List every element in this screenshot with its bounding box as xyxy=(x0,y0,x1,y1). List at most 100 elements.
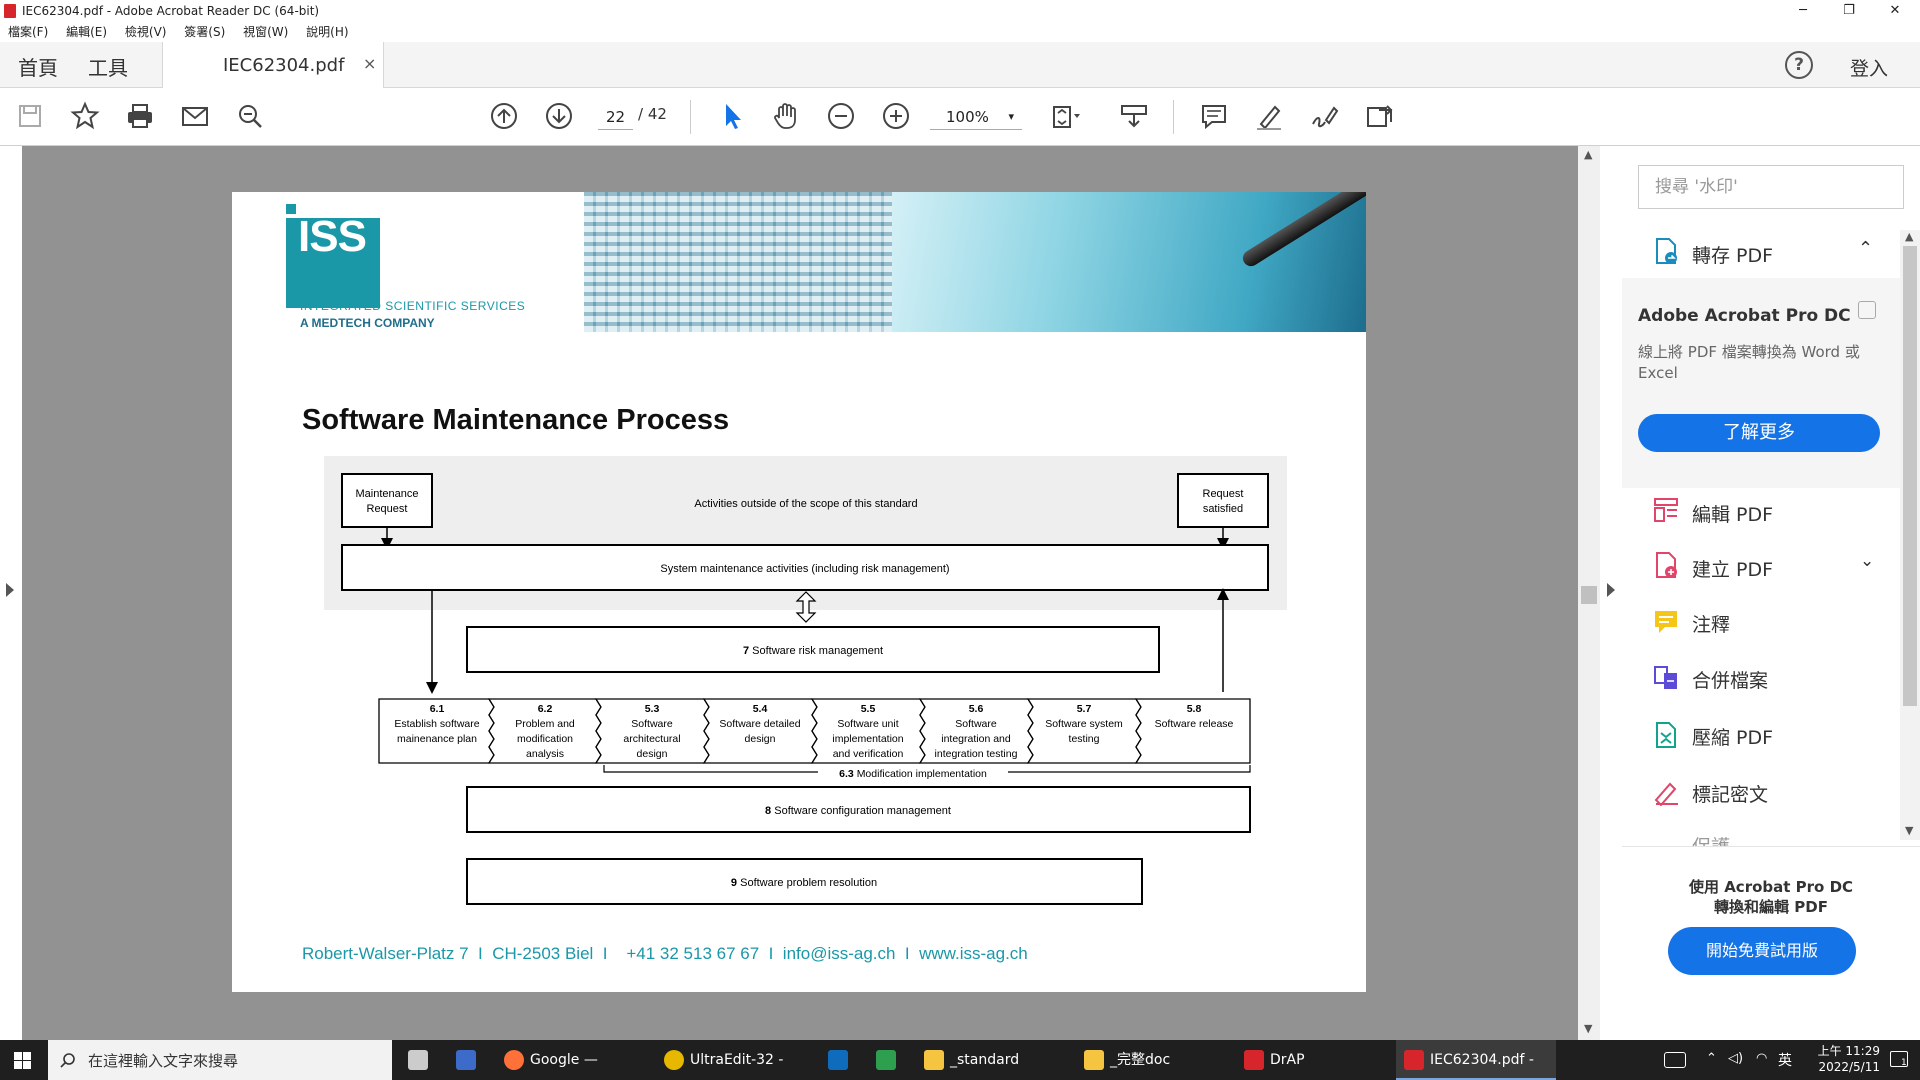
tool-create-pdf[interactable]: 建立 PDF xyxy=(1692,555,1773,582)
search-icon[interactable] xyxy=(232,98,268,134)
taskbar-folder-standard[interactable]: _standard xyxy=(916,1040,1066,1080)
scroll-up-icon[interactable]: ▲ xyxy=(1584,148,1592,161)
previous-page-icon[interactable] xyxy=(486,98,522,134)
volume-icon[interactable]: ◁) xyxy=(1728,1051,1743,1066)
hand-tool-icon[interactable] xyxy=(768,98,804,134)
taskbar-app-firefox[interactable]: Google — Mozill... xyxy=(496,1040,646,1080)
clock-time[interactable]: 上午 11:29 xyxy=(1802,1042,1880,1059)
taskbar-search-box[interactable]: 在這裡輸入文字來搜尋 xyxy=(48,1040,392,1080)
keyboard-icon[interactable] xyxy=(1664,1052,1686,1068)
save-icon[interactable] xyxy=(12,98,48,134)
page-number-input[interactable]: 22 xyxy=(598,104,633,130)
tool-redact[interactable]: 標記密文 xyxy=(1692,780,1768,807)
free-trial-button[interactable]: 開始免費試用版 xyxy=(1668,927,1856,975)
step-label: implementation xyxy=(832,733,903,745)
login-button[interactable]: 登入 xyxy=(1850,54,1888,81)
print-icon[interactable] xyxy=(122,98,158,134)
minimize-button[interactable]: ─ xyxy=(1780,0,1826,22)
menu-help[interactable]: 說明(H) xyxy=(306,25,348,39)
panel-scrollbar[interactable]: ▲ ▼ xyxy=(1900,230,1920,840)
document-scrollbar[interactable]: ▲ ▼ xyxy=(1578,146,1600,1040)
scroll-mode-icon[interactable] xyxy=(1116,98,1152,134)
zoom-out-icon[interactable] xyxy=(823,98,859,134)
select-cursor-icon[interactable] xyxy=(714,98,750,134)
menu-view[interactable]: 檢視(V) xyxy=(125,25,167,39)
request-satisfied-box xyxy=(1177,473,1269,528)
outlook-icon[interactable] xyxy=(828,1050,848,1070)
clock-date[interactable]: 2022/5/11 xyxy=(1802,1060,1880,1074)
learn-more-button[interactable]: 了解更多 xyxy=(1638,414,1880,452)
acrobat-icon xyxy=(1404,1050,1424,1070)
left-panel-toggle[interactable] xyxy=(0,146,22,1040)
panel-search-input[interactable]: 搜尋 '水印' xyxy=(1638,165,1904,209)
highlight-pen-icon[interactable] xyxy=(1251,98,1287,134)
firefox-icon xyxy=(504,1050,524,1070)
taskbar-app-label: _完整doc xyxy=(1110,1052,1171,1068)
zoom-select[interactable]: 100% ▾ xyxy=(930,104,1022,130)
comment-icon[interactable] xyxy=(1196,98,1232,134)
taskbar-folder-doc[interactable]: _完整doc xyxy=(1076,1040,1226,1080)
export-pdf-label[interactable]: 轉存 PDF xyxy=(1692,241,1773,268)
scrollbar-thumb[interactable] xyxy=(1581,586,1597,604)
taskbar-search-placeholder: 在這裡輸入文字來搜尋 xyxy=(88,1052,239,1070)
scroll-down-icon[interactable]: ▼ xyxy=(1905,824,1913,837)
chevron-up-icon[interactable]: ⌃ xyxy=(1858,238,1873,259)
tab-document[interactable]: IEC62304.pdf × xyxy=(162,42,384,88)
taskbar-app-label: UltraEdit-32 - [C:\... xyxy=(690,1052,784,1068)
menu-sign[interactable]: 簽署(S) xyxy=(184,25,225,39)
maintenance-request-label-2: Request xyxy=(367,503,408,515)
zoom-in-icon[interactable] xyxy=(878,98,914,134)
notification-icon[interactable]: 1 xyxy=(1890,1051,1908,1068)
tab-tools[interactable]: 工具 xyxy=(88,52,128,81)
menu-edit[interactable]: 編輯(E) xyxy=(66,25,107,39)
wifi-icon[interactable]: ◠ xyxy=(1756,1051,1767,1066)
help-icon[interactable]: ? xyxy=(1785,51,1813,79)
menu-window[interactable]: 視窗(W) xyxy=(243,25,288,39)
share-icon[interactable] xyxy=(1361,98,1397,134)
tab-home[interactable]: 首頁 xyxy=(18,52,58,81)
notification-count: 1 xyxy=(1901,1058,1907,1068)
step-label: integration testing xyxy=(935,748,1018,760)
spreadsheet-icon[interactable] xyxy=(876,1050,896,1070)
chevron-down-icon: ▾ xyxy=(1008,110,1014,123)
next-page-icon[interactable] xyxy=(541,98,577,134)
taskbar-app-drap[interactable]: DrAP xyxy=(1236,1040,1386,1080)
taskbar-app-label: _standard xyxy=(950,1052,1020,1068)
scroll-down-icon[interactable]: ▼ xyxy=(1584,1022,1592,1035)
menu-file[interactable]: 檔案(F) xyxy=(8,25,48,39)
windows-start-icon[interactable] xyxy=(14,1052,31,1069)
step-number: 5.3 xyxy=(645,703,660,715)
panel-scrollbar-thumb[interactable] xyxy=(1903,246,1917,706)
tool-comment[interactable]: 注釋 xyxy=(1692,610,1730,637)
step-label: design xyxy=(637,748,668,760)
fit-page-icon[interactable] xyxy=(1046,98,1082,134)
scroll-up-icon[interactable]: ▲ xyxy=(1905,230,1913,243)
create-pdf-icon xyxy=(1652,551,1680,579)
chevron-down-icon[interactable]: ⌄ xyxy=(1860,551,1874,571)
sign-icon[interactable] xyxy=(1306,98,1342,134)
chevron-up-icon[interactable]: ⌃ xyxy=(1706,1051,1717,1066)
taskbar-app-ultraedit[interactable]: UltraEdit-32 - [C:\... xyxy=(656,1040,806,1080)
taskbar-app-label: IEC62304.pdf - Ad... xyxy=(1430,1052,1534,1068)
process-diagram: Maintenance Request Activities outside o… xyxy=(324,456,1287,905)
menu-bar: 檔案(F) 編輯(E) 檢視(V) 簽署(S) 視窗(W) 說明(H) xyxy=(0,22,1920,42)
network-tool-icon[interactable] xyxy=(456,1050,476,1070)
ime-indicator[interactable]: 英 xyxy=(1778,1050,1792,1070)
taskbar-app-acrobat[interactable]: IEC62304.pdf - Ad... xyxy=(1396,1040,1556,1080)
bookmark-star-icon[interactable] xyxy=(67,98,103,134)
tool-compress-pdf[interactable]: 壓縮 PDF xyxy=(1692,723,1773,750)
tool-edit-pdf[interactable]: 編輯 PDF xyxy=(1692,500,1773,527)
maximize-button[interactable]: ❐ xyxy=(1826,0,1872,22)
task-view-icon[interactable] xyxy=(408,1050,428,1070)
email-icon[interactable] xyxy=(177,98,213,134)
step-label: Software system xyxy=(1045,718,1123,730)
taskbar: 在這裡輸入文字來搜尋 Google — Mozill... UltraEdit-… xyxy=(0,1040,1920,1080)
ultraedit-icon xyxy=(664,1050,684,1070)
process-steps xyxy=(378,698,1251,764)
settings-icon[interactable] xyxy=(1858,301,1876,319)
tool-protect-partial[interactable]: 保護 xyxy=(1622,826,1900,846)
close-window-button[interactable]: ✕ xyxy=(1872,0,1918,22)
right-panel-toggle[interactable] xyxy=(1600,146,1622,1040)
tab-close-button[interactable]: × xyxy=(363,54,376,73)
tool-combine-files[interactable]: 合併檔案 xyxy=(1692,666,1768,693)
